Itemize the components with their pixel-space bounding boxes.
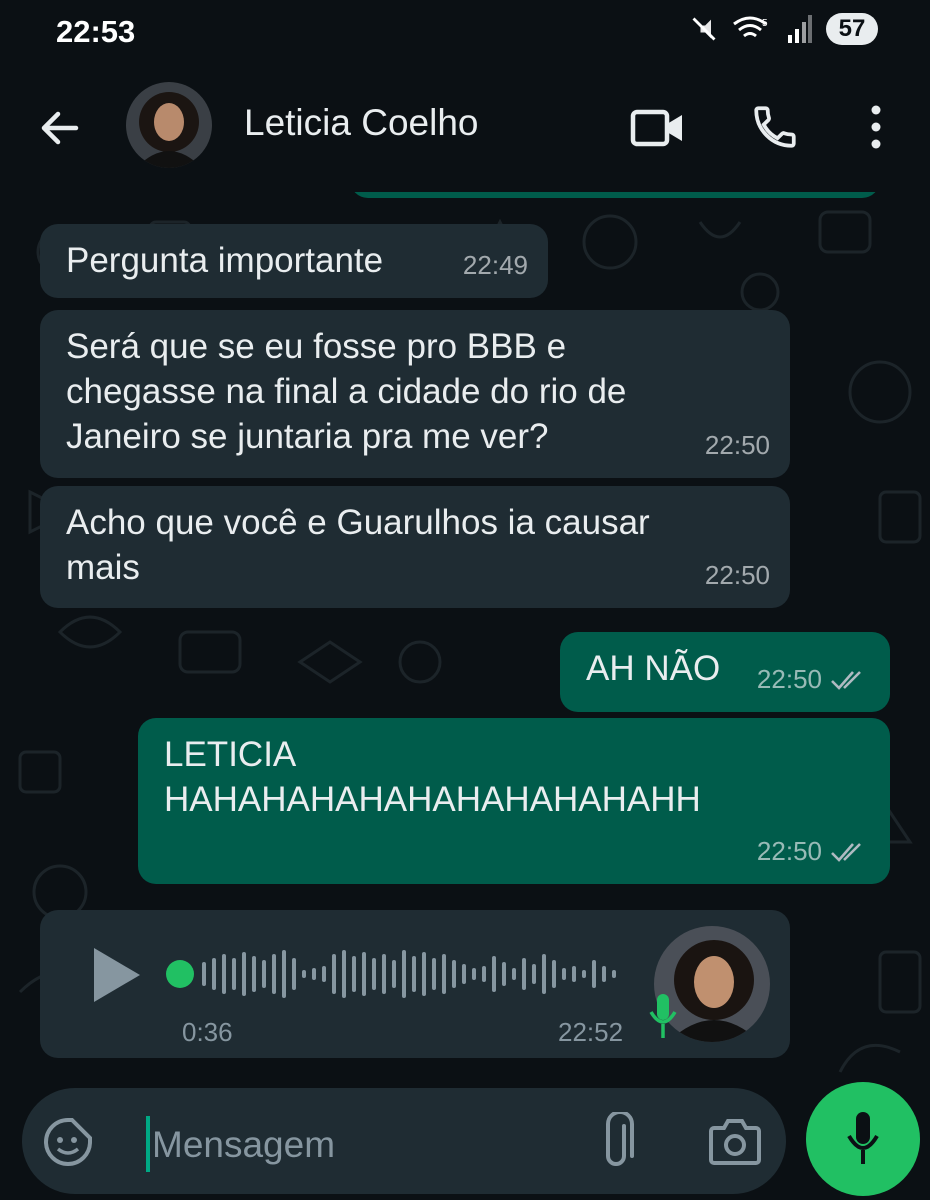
sticker-icon[interactable]	[42, 1116, 94, 1168]
chat-area[interactable]: Pergunta importante 22:49 Será que se eu…	[0, 192, 930, 1080]
video-call-icon[interactable]	[630, 108, 686, 148]
message-text: AH NÃO	[586, 649, 721, 688]
message-time: 22:50	[756, 836, 822, 866]
message-text: Pergunta importante	[66, 241, 384, 280]
contact-name[interactable]: Leticia Coelho	[244, 102, 478, 144]
battery-level: 57	[826, 13, 878, 45]
message-bubble[interactable]: Será que se eu fosse pro BBB e chegasse …	[40, 310, 790, 478]
message-time: 22:50	[704, 560, 770, 590]
avatar[interactable]	[126, 82, 212, 168]
message-bubble[interactable]: LETICIA HAHAHAHAHAHAHAHAHAHAHH 22:50	[138, 718, 890, 884]
signal-icon	[788, 15, 812, 43]
status-bar: 22:53 5 57	[0, 0, 930, 68]
mic-icon	[649, 994, 677, 1038]
double-check-icon	[831, 842, 861, 862]
mic-icon	[847, 1112, 879, 1164]
message-bubble[interactable]: Acho que você e Guarulhos ia causar mais…	[40, 486, 790, 608]
message-time: 22:50	[704, 430, 770, 460]
double-check-icon	[831, 670, 861, 690]
message-bubble[interactable]: Pergunta importante 22:49	[40, 224, 548, 298]
message-input[interactable]: Mensagem	[22, 1088, 786, 1194]
play-icon[interactable]	[90, 946, 142, 1004]
voice-duration: 0:36	[182, 1017, 233, 1047]
svg-text:5: 5	[762, 18, 768, 29]
back-arrow-icon[interactable]	[36, 104, 84, 152]
message-text: Acho que você e Guarulhos ia causar mais	[66, 503, 650, 587]
text-cursor	[146, 1116, 150, 1172]
message-time: 22:52	[558, 1017, 624, 1047]
message-text: LETICIA HAHAHAHAHAHAHAHAHAHAHH	[164, 735, 701, 819]
partial-message	[350, 192, 880, 198]
more-vert-icon[interactable]	[860, 102, 892, 152]
message-bubble[interactable]: AH NÃO 22:50	[560, 632, 890, 712]
message-placeholder: Mensagem	[152, 1124, 336, 1165]
phone-icon[interactable]	[750, 102, 800, 152]
chat-header: Leticia Coelho	[0, 68, 930, 193]
waveform[interactable]	[166, 946, 626, 1002]
wifi-icon: 5	[733, 16, 768, 38]
composer: Mensagem	[0, 1080, 930, 1200]
mute-icon	[692, 17, 716, 41]
record-voice-button[interactable]	[806, 1082, 920, 1196]
message-time: 22:50	[756, 664, 822, 694]
message-text: Será que se eu fosse pro BBB e chegasse …	[66, 327, 627, 456]
camera-icon[interactable]	[708, 1116, 762, 1166]
attach-icon[interactable]	[600, 1112, 636, 1172]
voice-message-bubble[interactable]: 0:36 22:52	[40, 910, 790, 1058]
message-time: 22:49	[462, 250, 528, 280]
status-time: 22:53	[56, 14, 136, 49]
